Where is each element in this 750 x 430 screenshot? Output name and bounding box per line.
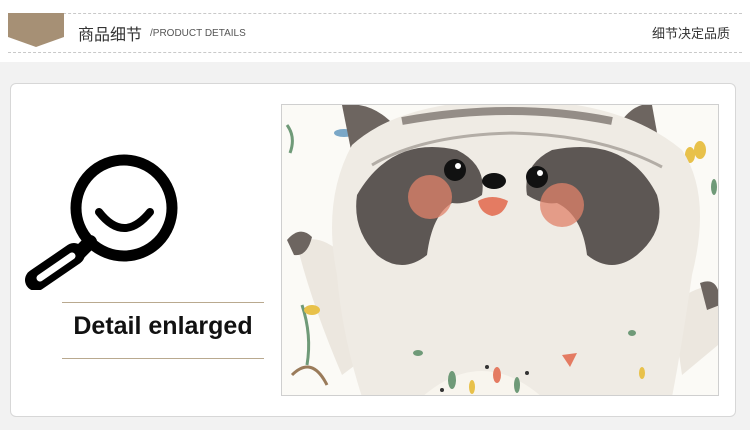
label-rule-bottom xyxy=(62,358,264,359)
magnifier-smile-icon xyxy=(25,154,178,290)
header-dashed-bottom-border xyxy=(8,52,742,53)
raccoon-illustration xyxy=(281,104,719,396)
detail-enlarged-label: Detail enlarged xyxy=(73,312,253,340)
label-rule-top xyxy=(62,302,264,303)
quality-slogan: 细节决定品质 xyxy=(651,27,730,42)
section-subtitle: /PRODUCT DETAILS xyxy=(150,28,246,39)
header-dashed-top-border xyxy=(8,13,742,14)
section-header: 商品细节 /PRODUCT DETAILS 细节决定品质 xyxy=(0,0,750,62)
section-title: 商品细节 xyxy=(78,25,143,44)
header-pennant-badge xyxy=(8,13,64,47)
